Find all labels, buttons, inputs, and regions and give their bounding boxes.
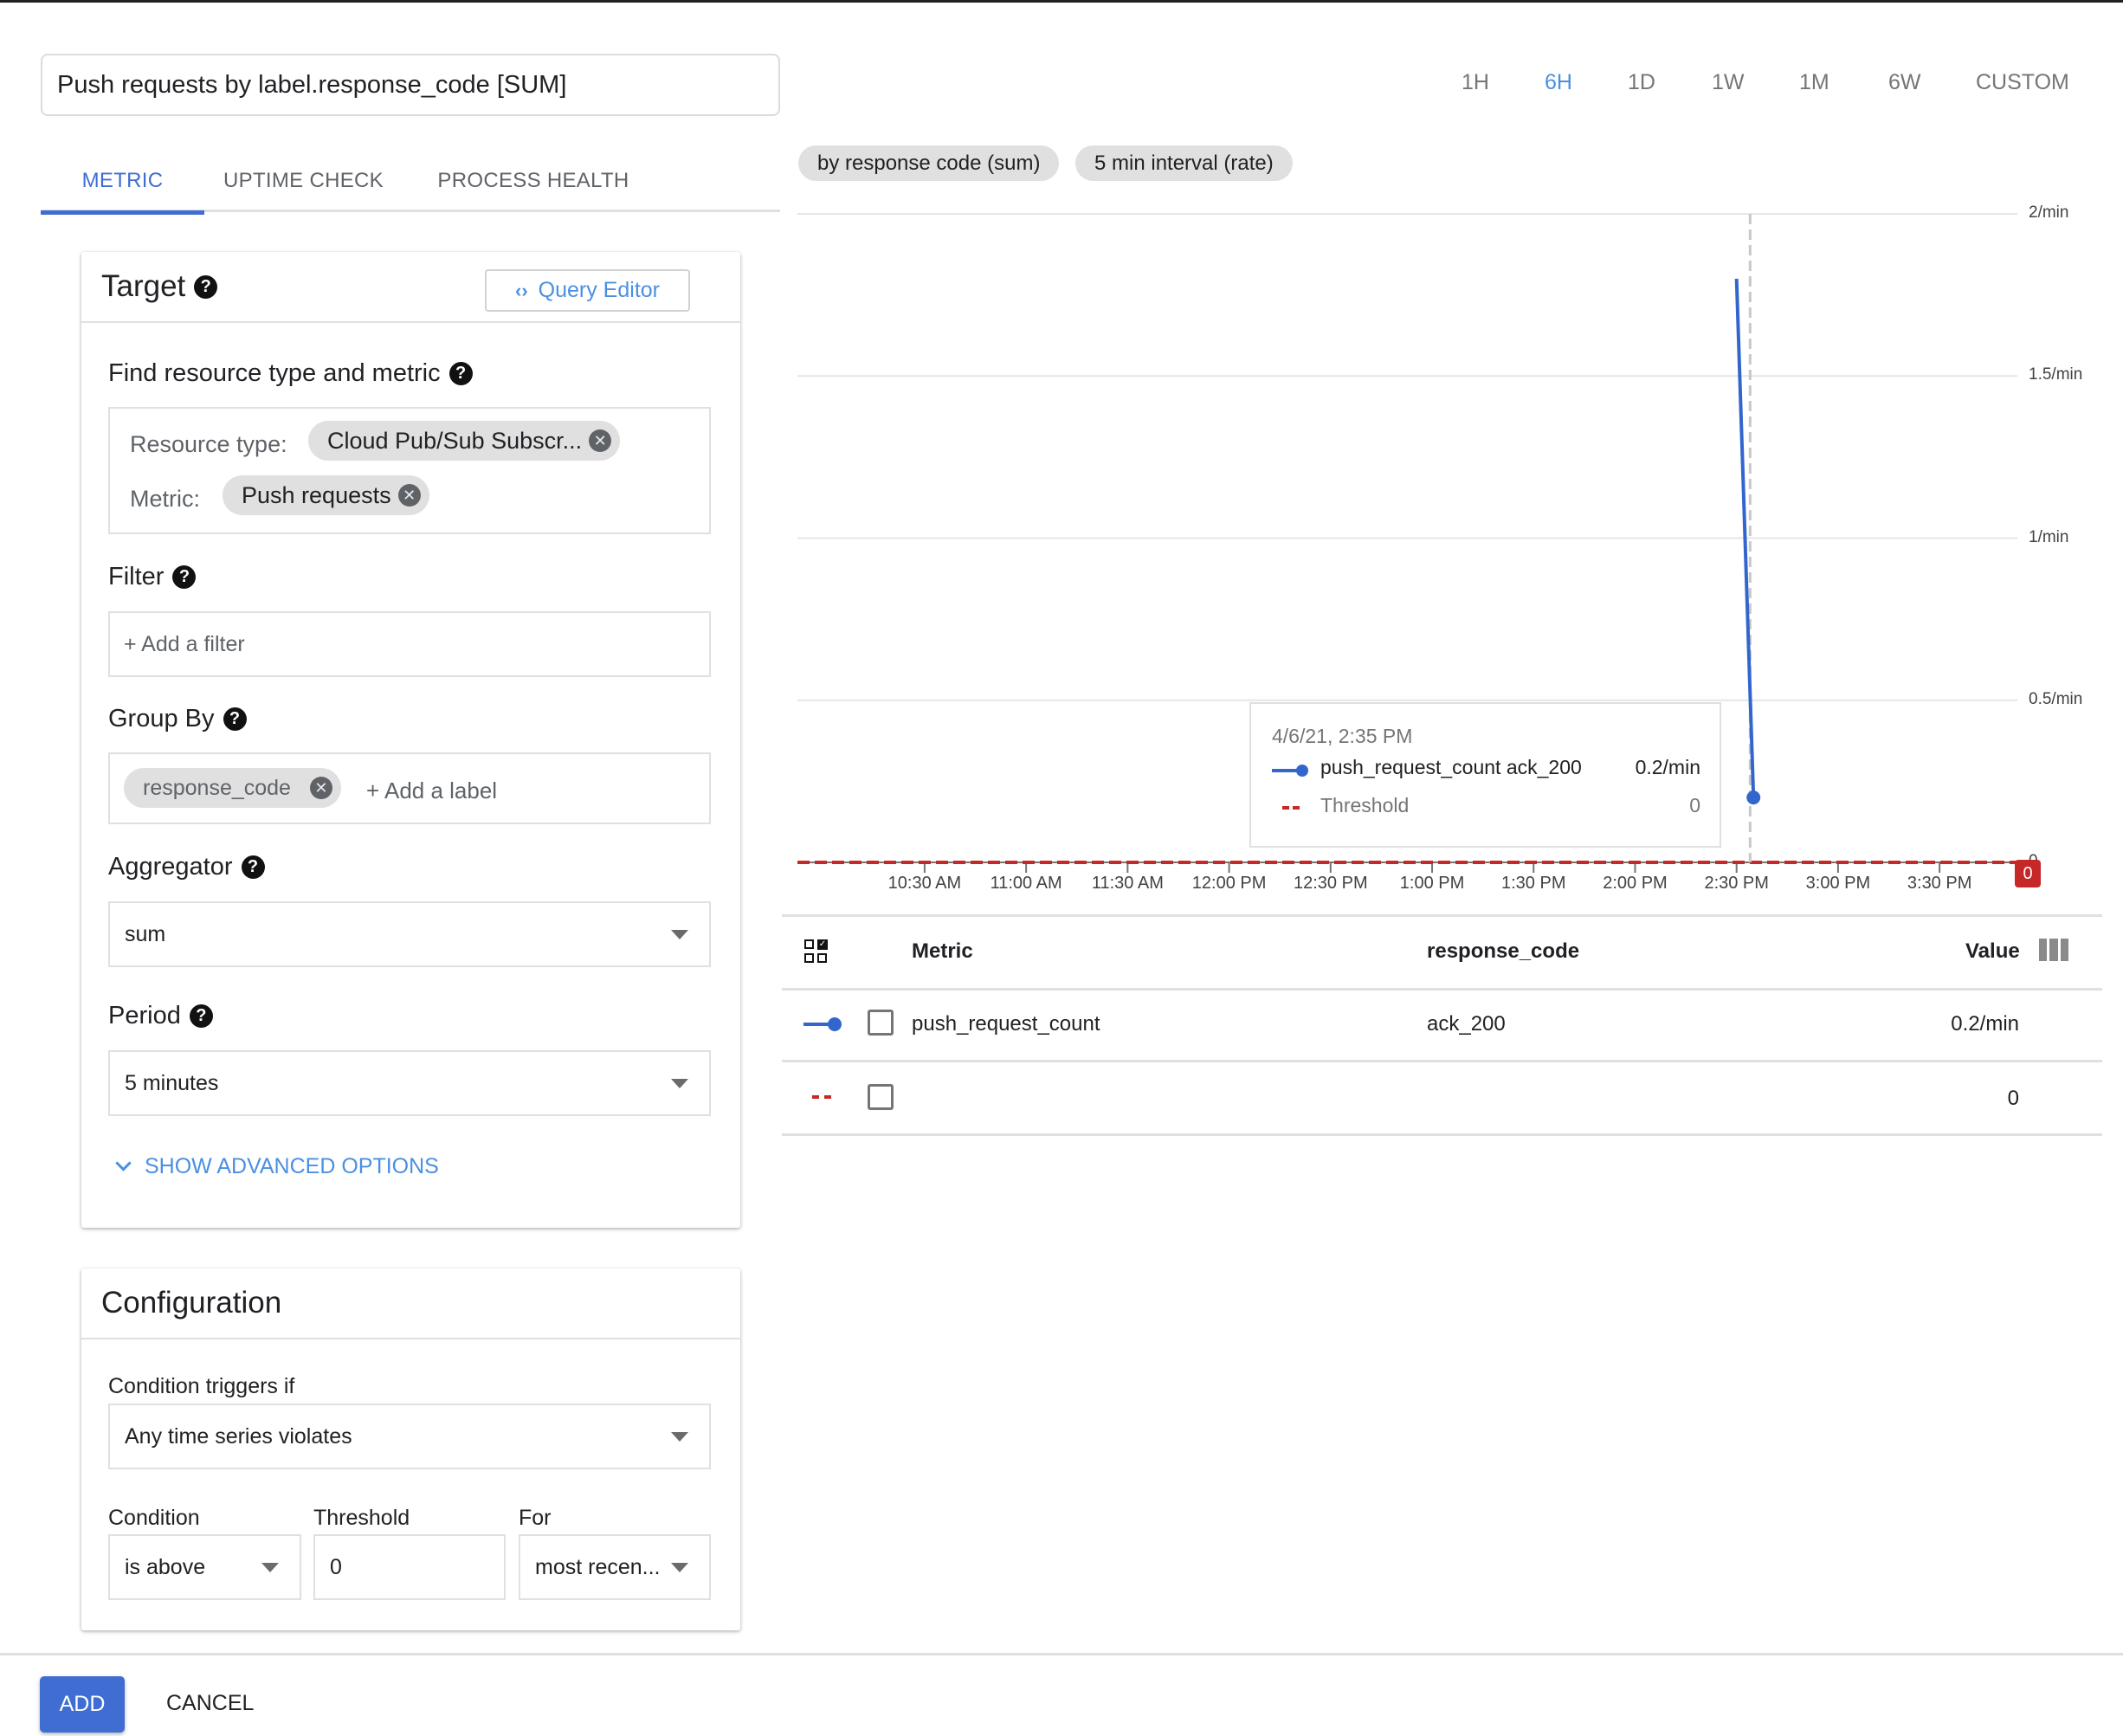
condition-label: Condition [108,1506,200,1530]
tooltip-timestamp: 4/6/21, 2:35 PM [1272,725,1413,747]
threshold-label: Threshold [313,1506,410,1530]
divider [782,914,2102,917]
for-value: most recen... [535,1554,661,1579]
y-tick-label: 2/min [2029,203,2069,222]
tooltip-series-value: 0.2/min [1635,756,1700,778]
x-tick-label: 12:00 PM [1191,874,1267,893]
series-legend-icon [1272,765,1310,777]
tooltip-threshold-value: 0 [1689,794,1700,816]
row-metric: push_request_count [912,1012,1100,1036]
divider [782,1060,2102,1062]
x-tick-label: 1:00 PM [1399,874,1465,893]
row-response-code: ack_200 [1427,1012,1506,1036]
divider [782,988,2102,991]
condition-triggers-label: Condition triggers if [108,1374,295,1398]
show-advanced-options-label: SHOW ADVANCED OPTIONS [145,1154,439,1178]
y-tick-label: 0.5/min [2029,689,2083,708]
x-tick-label: 3:30 PM [1907,874,1972,893]
row-value: 0.2/min [1951,1012,2019,1036]
period-heading: Period ? [108,1002,213,1030]
for-select[interactable]: most recen... [519,1534,711,1600]
x-tick-label: 1:30 PM [1500,874,1566,893]
add-button[interactable]: ADD [40,1676,125,1733]
chevron-down-icon [671,1563,688,1572]
x-tick-label: 11:30 AM [1091,874,1164,893]
help-icon[interactable]: ? [189,1004,213,1028]
series-legend-icon [803,1017,843,1031]
threshold-value: 0 [330,1554,342,1579]
x-tick-label: 12:30 PM [1293,874,1368,893]
chevron-down-icon [671,1079,688,1088]
condition-triggers-value: Any time series violates [125,1423,352,1449]
row-value: 0 [2007,1087,2019,1110]
threshold-badge: 0 [2015,860,2041,887]
for-label: For [519,1506,552,1530]
y-tick-label: 1/min [2029,527,2069,546]
threshold-input[interactable]: 0 [313,1534,506,1600]
chevron-down-icon [671,930,688,939]
condition-value: is above [125,1554,206,1579]
row-checkbox[interactable] [868,1084,894,1110]
row-checkbox[interactable] [868,1010,894,1036]
configuration-card-header: Configuration [81,1268,740,1339]
configuration-card: Configuration Condition triggers if Any … [81,1268,740,1630]
chevron-down-icon [115,1155,132,1171]
show-advanced-options-button[interactable]: SHOW ADVANCED OPTIONS [115,1154,439,1179]
period-value: 5 minutes [125,1070,219,1095]
x-tick-label: 3:00 PM [1805,874,1871,893]
column-header-metric[interactable]: Metric [912,939,973,964]
select-columns-icon[interactable]: ✓ [804,939,830,965]
column-header-response-code[interactable]: response_code [1427,939,1579,964]
threshold-legend-icon [812,1095,831,1099]
x-tick-label: 11:00 AM [990,874,1062,893]
column-picker-icon[interactable] [2039,939,2068,961]
chart-tooltip: 4/6/21, 2:35 PM push_request_count ack_2… [1249,702,1721,848]
divider [782,1133,2102,1136]
x-tick-label: 2:00 PM [1603,874,1668,893]
tooltip-threshold-name: Threshold [1320,794,1410,816]
period-label: Period [108,1002,181,1029]
x-tick-label: 2:30 PM [1704,874,1769,893]
x-tick-label: 10:30 AM [887,874,962,893]
data-point [1746,791,1761,805]
configuration-title: Configuration [101,1286,282,1320]
chevron-down-icon [671,1432,688,1442]
condition-select[interactable]: is above [108,1534,301,1600]
column-header-value[interactable]: Value [1965,939,2020,964]
aggregator-value: sum [125,921,166,946]
cancel-button[interactable]: CANCEL [166,1691,254,1716]
line-chart[interactable] [0,3,2123,920]
tooltip-series-name: push_request_count ack_200 [1320,756,1582,778]
condition-triggers-select[interactable]: Any time series violates [108,1404,711,1469]
y-tick-label: 1.5/min [2029,365,2083,384]
threshold-legend-icon [1282,806,1300,810]
period-select[interactable]: 5 minutes [108,1050,711,1116]
chevron-down-icon [261,1563,279,1572]
footer-divider [0,1653,2123,1655]
